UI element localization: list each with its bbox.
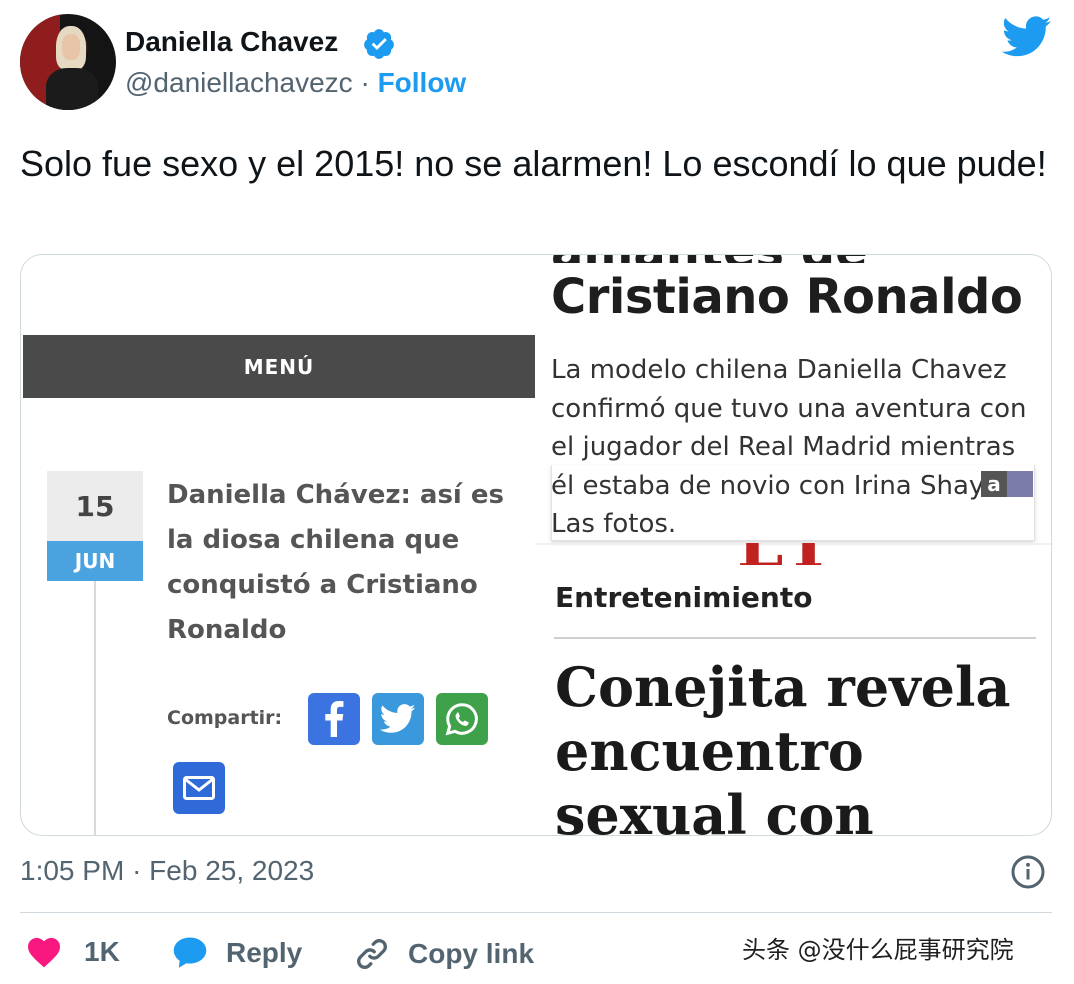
tweet-text: Solo fue sexo y el 2015! no se alarmen! …: [20, 143, 1047, 184]
copy-link-button[interactable]: Copy link: [354, 936, 534, 972]
ad-badge: a: [981, 471, 1033, 497]
reply-button[interactable]: Reply: [172, 936, 302, 970]
author-handle[interactable]: @daniellachavezc: [125, 67, 353, 98]
newspaper-logo-fragment: LT: [737, 543, 887, 565]
section-rule: [554, 637, 1036, 639]
date-month: JUN: [47, 541, 143, 581]
headline-cut-text: amantes de: [551, 255, 868, 263]
timeline-line: [94, 581, 96, 835]
like-button[interactable]: 1K: [26, 936, 120, 968]
tweet-date: Feb 25, 2023: [149, 855, 315, 886]
author-name[interactable]: Daniella Chavez: [125, 26, 338, 58]
article-title: Daniella Chávez: así es la diosa chilena…: [167, 480, 504, 645]
avatar-body: [46, 68, 98, 110]
twitter-icon: [372, 693, 424, 745]
follow-button[interactable]: Follow: [378, 67, 467, 98]
verified-badge-icon: [364, 29, 394, 59]
facebook-icon: [308, 693, 360, 745]
date-day: 15: [47, 471, 143, 541]
avatar[interactable]: [20, 14, 116, 110]
handle-separator: ·: [360, 67, 370, 98]
section-label: Entretenimiento: [555, 581, 813, 614]
date-badge: 15 JUN: [47, 471, 143, 581]
reply-bubble-icon: [173, 937, 207, 968]
share-label: Compartir:: [167, 707, 283, 729]
tweet-timestamp[interactable]: 1:05 PM · Feb 25, 2023: [20, 855, 314, 887]
handle-row: @daniellachavezc · Follow: [125, 67, 466, 99]
avatar-face: [62, 34, 80, 60]
watermark: 头条 @没什么屁事研究院: [742, 936, 1014, 964]
action-divider: [20, 912, 1052, 913]
menu-bar: MENÚ: [23, 335, 535, 398]
ad-badge-icon: [1007, 471, 1033, 497]
whatsapp-icon: [436, 693, 488, 745]
copy-link-label: Copy link: [408, 938, 535, 969]
link-icon: [357, 939, 387, 969]
tweet-time: 1:05 PM: [20, 855, 125, 886]
timestamp-separator: ·: [132, 855, 142, 886]
media-card[interactable]: MENÚ 15 JUN Daniella Chávez: así es la d…: [20, 254, 1052, 836]
right-headline: Cristiano Ronaldo: [551, 269, 1023, 325]
email-icon: [173, 762, 225, 814]
like-count: 1K: [84, 936, 120, 967]
ad-badge-letter: a: [981, 471, 1007, 497]
heart-icon: [28, 938, 60, 968]
big-headline: Conejita revela encuentro sexual con: [555, 655, 1011, 836]
twitter-bird-icon[interactable]: [1002, 16, 1052, 58]
reply-label: Reply: [226, 937, 303, 968]
info-icon[interactable]: [1010, 854, 1046, 890]
ad-overlay-box: [551, 465, 1035, 541]
